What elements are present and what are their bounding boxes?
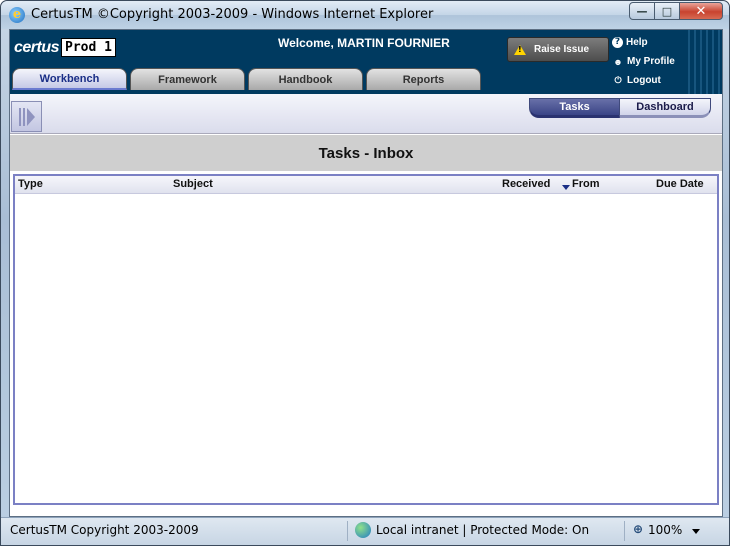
zoom-level[interactable]: 100% [648,523,682,537]
logo-brand: certus [14,38,60,56]
tab-handbook[interactable]: Handbook [248,68,363,90]
column-header-received[interactable]: Received [502,178,550,190]
status-text: CertusTM Copyright 2003-2009 [10,523,199,537]
internet-explorer-icon: e [9,7,25,23]
column-header-due-date[interactable]: Due Date [656,178,704,190]
view-toggle: Tasks Dashboard [529,98,711,118]
my-profile-link[interactable]: ☻ My Profile [612,52,675,71]
logout-icon: ⏻ [614,75,622,85]
page-title: Tasks - Inbox [10,135,722,171]
column-header-type[interactable]: Type [18,178,43,190]
raise-issue-label: Raise Issue [534,44,590,55]
globe-icon [355,522,371,538]
tasks-grid: Type Subject Received From Due Date [13,174,719,505]
close-button[interactable]: ✕ [679,2,723,20]
workbench-toolbar: Tasks Dashboard [10,94,722,134]
my-profile-label: My Profile [627,56,675,67]
page-content: certus Prod 1 Welcome, MARTIN FOURNIER R… [9,29,723,517]
header-decoration [684,30,722,94]
expand-arrow-icon [18,107,35,126]
grid-header: Type Subject Received From Due Date [15,176,717,194]
help-label: Help [626,37,648,48]
window-title: CertusTM ©Copyright 2003-2009 - Windows … [31,7,434,22]
person-icon: ☻ [613,56,623,67]
expand-panel-button[interactable] [11,101,42,132]
security-zone[interactable]: Local intranet | Protected Mode: On [376,523,589,537]
zoom-dropdown-icon[interactable] [692,529,700,534]
column-header-from[interactable]: From [572,178,600,190]
environment-label: Prod 1 [61,38,116,57]
help-link[interactable]: ? Help [612,33,675,52]
raise-issue-button[interactable]: Raise Issue [507,37,609,62]
status-separator [624,521,625,541]
warning-icon [514,44,526,55]
sort-descending-icon [562,185,570,190]
tab-framework[interactable]: Framework [130,68,245,90]
header-links: ? Help ☻ My Profile ⏻ Logout [612,33,675,90]
status-separator [347,521,348,541]
main-tabs: Workbench Framework Handbook Reports [12,68,484,90]
tab-reports[interactable]: Reports [366,68,481,90]
maximize-button[interactable]: □ [654,2,680,20]
title-bar: e CertusTM ©Copyright 2003-2009 - Window… [1,1,729,29]
minimize-button[interactable]: — [629,2,655,20]
window-controls: — □ ✕ [629,2,723,20]
welcome-message: Welcome, MARTIN FOURNIER [278,36,450,50]
column-header-subject[interactable]: Subject [173,178,213,190]
browser-window: e CertusTM ©Copyright 2003-2009 - Window… [0,0,730,546]
tasks-view-button[interactable]: Tasks [529,98,620,118]
status-bar: CertusTM Copyright 2003-2009 Local intra… [1,517,729,545]
tab-workbench[interactable]: Workbench [12,68,127,90]
logout-link[interactable]: ⏻ Logout [612,71,675,90]
app-header: certus Prod 1 Welcome, MARTIN FOURNIER R… [10,30,722,94]
dashboard-view-button[interactable]: Dashboard [620,98,711,118]
help-icon: ? [612,37,623,48]
magnifier-icon: ⊕ [633,522,644,536]
logout-label: Logout [627,75,661,86]
certus-logo: certus Prod 1 [14,38,116,57]
